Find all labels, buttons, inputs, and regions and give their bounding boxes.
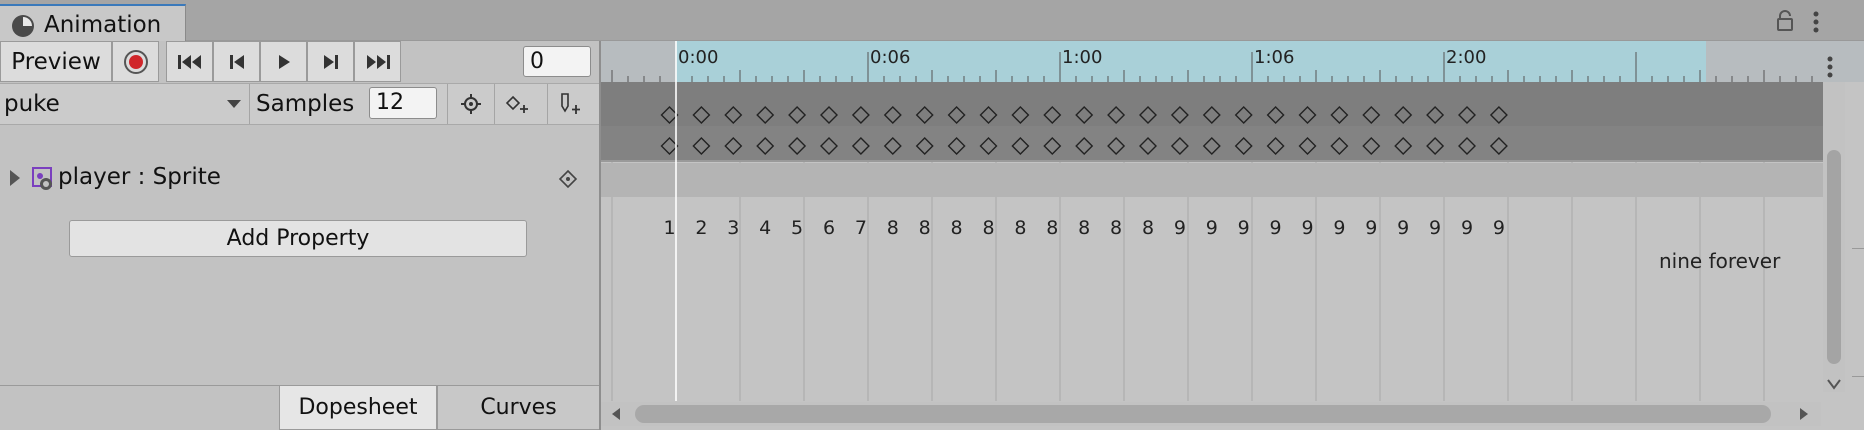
window-edge-line	[1852, 248, 1864, 249]
tab-animation-label: Animation	[44, 12, 162, 38]
scroll-left-icon[interactable]	[610, 407, 622, 421]
scroll-down-icon[interactable]	[1826, 378, 1842, 390]
frame-number-label: 8	[982, 217, 994, 239]
kebab-menu-icon[interactable]	[1826, 55, 1834, 79]
property-track-row	[601, 163, 1823, 197]
kebab-menu-icon[interactable]	[1812, 10, 1820, 34]
previous-keyframe-button[interactable]	[213, 41, 260, 82]
clock-icon	[10, 13, 36, 39]
frame-number-label: 8	[1046, 217, 1058, 239]
add-keyframe-button[interactable]	[494, 84, 541, 124]
frame-number-label: 9	[1238, 217, 1250, 239]
chevron-down-icon	[226, 99, 242, 109]
frame-number-label: 9	[1206, 217, 1218, 239]
frame-number-label: 5	[791, 217, 803, 239]
step-back-icon	[228, 53, 246, 71]
frame-number-label: 9	[1429, 217, 1441, 239]
frame-number-label: 9	[1365, 217, 1377, 239]
skip-to-end-icon	[365, 53, 391, 71]
ruler-label: 0:00	[678, 47, 718, 68]
frame-number-label: 9	[1301, 217, 1313, 239]
keyframe-snap-button[interactable]	[447, 84, 494, 124]
frame-number-label: 3	[727, 217, 739, 239]
first-keyframe-button[interactable]	[166, 41, 213, 82]
frame-number-label: 9	[1493, 217, 1505, 239]
summary-track	[601, 82, 1823, 126]
skip-to-start-icon	[177, 53, 203, 71]
current-frame-field[interactable]: 0	[523, 46, 591, 77]
property-row[interactable]: player : Sprite	[0, 155, 600, 201]
frame-number-label: 8	[951, 217, 963, 239]
frame-number-label: 8	[1078, 217, 1090, 239]
frame-number-label: 2	[695, 217, 707, 239]
frame-number-label: 8	[1014, 217, 1026, 239]
frame-number-label: 9	[1270, 217, 1282, 239]
play-icon	[276, 53, 292, 71]
frame-number-label: 9	[1333, 217, 1345, 239]
dopesheet-timeline[interactable]: 0:00 0:06 1:00 1:06 2:00 1234567888888888999…	[601, 41, 1864, 430]
samples-label: Samples	[256, 91, 355, 117]
clip-name: puke	[4, 91, 60, 117]
annotation-label: nine forever	[1659, 249, 1781, 273]
add-key-diamond-icon[interactable]	[558, 169, 578, 189]
crosshair-icon	[460, 93, 482, 115]
play-button[interactable]	[260, 41, 307, 82]
ruler-label: 1:06	[1254, 47, 1294, 68]
add-event-icon	[558, 92, 584, 116]
sprite-renderer-icon	[30, 165, 56, 191]
add-property-button[interactable]: Add Property	[69, 220, 527, 257]
horizontal-scroll-thumb[interactable]	[635, 405, 1771, 423]
last-keyframe-button[interactable]	[354, 41, 401, 82]
next-keyframe-button[interactable]	[307, 41, 354, 82]
samples-field[interactable]: 12	[369, 87, 437, 119]
tab-curves[interactable]: Curves	[437, 385, 600, 430]
window-edge-line	[1852, 376, 1864, 377]
frame-number-label: 6	[823, 217, 835, 239]
window-tab-bar	[0, 0, 1864, 41]
ruler-label: 1:00	[1062, 47, 1102, 68]
frame-number-label: 9	[1174, 217, 1186, 239]
expand-arrow-icon[interactable]	[8, 169, 22, 187]
scroll-right-icon[interactable]	[1798, 407, 1810, 421]
time-ruler-range	[676, 41, 1706, 82]
lock-icon[interactable]	[1776, 10, 1794, 32]
clip-summary-row	[601, 126, 1823, 161]
vertical-scroll-thumb[interactable]	[1827, 150, 1841, 364]
frame-number-label: 9	[1461, 217, 1473, 239]
ruler-label: 2:00	[1446, 47, 1486, 68]
property-label: player : Sprite	[58, 164, 221, 190]
frame-number-label: 8	[1110, 217, 1122, 239]
frame-number-label: 9	[1397, 217, 1409, 239]
frame-number-label: 4	[759, 217, 771, 239]
frame-number-label: 7	[855, 217, 867, 239]
frame-number-label: 8	[887, 217, 899, 239]
clip-selector-dropdown[interactable]: puke	[0, 84, 250, 124]
add-keyframe-icon	[505, 94, 531, 114]
ruler-label: 0:06	[870, 47, 910, 68]
add-event-button[interactable]	[547, 84, 594, 124]
frame-number-label: 8	[1142, 217, 1154, 239]
tab-dopesheet[interactable]: Dopesheet	[279, 385, 437, 430]
preview-button[interactable]: Preview	[0, 41, 112, 82]
tab-animation[interactable]: Animation	[0, 4, 186, 41]
frame-number-label: 8	[919, 217, 931, 239]
step-forward-icon	[322, 53, 340, 71]
record-button[interactable]	[112, 41, 159, 82]
record-icon	[123, 49, 149, 75]
frame-number-label: 1	[663, 217, 675, 239]
